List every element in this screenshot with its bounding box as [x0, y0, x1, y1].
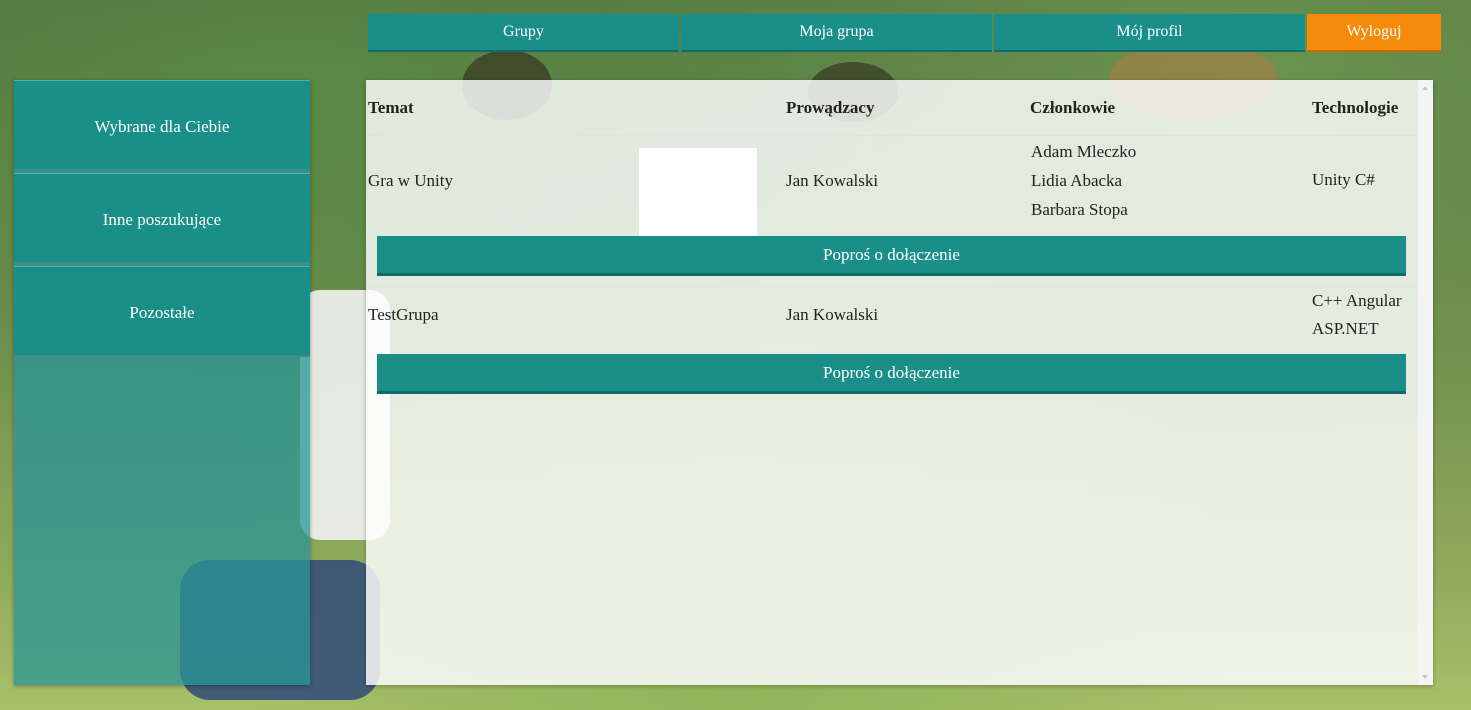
table-cell-member: Adam Mleczko — [1031, 142, 1137, 161]
column-header-leader: Prowądzacy — [786, 98, 875, 117]
sidebar: Wybrane dla Ciebie Inne poszukujące Pozo… — [14, 80, 310, 685]
table-cell-member: Barbara Stopa — [1031, 200, 1128, 219]
column-header-technologies: Technologie — [1312, 98, 1399, 117]
join-request-button[interactable]: Poproś o dołączenie — [377, 236, 1406, 276]
vertical-scrollbar[interactable] — [1418, 80, 1433, 685]
divider — [366, 135, 1418, 136]
sidebar-item-remaining[interactable]: Pozostałe — [14, 266, 310, 357]
group-image — [639, 148, 757, 236]
nav-my-group-button[interactable]: Moja grupa — [681, 14, 992, 52]
top-nav: Grupy Moja grupa Mój profil Wyloguj — [368, 14, 1441, 52]
scroll-up-arrow-icon[interactable] — [1422, 86, 1428, 90]
table-cell-technologies: ASP.NET — [1312, 319, 1379, 338]
table-cell-technologies: C++ Angular — [1312, 291, 1402, 310]
column-header-topic: Temat — [368, 98, 414, 117]
join-request-button[interactable]: Poproś o dołączenie — [377, 354, 1406, 394]
table-cell-member: Lidia Abacka — [1031, 171, 1123, 190]
column-header-members: Członkowie — [1030, 98, 1115, 117]
sidebar-item-recommended[interactable]: Wybrane dla Ciebie — [14, 80, 310, 171]
table-cell-leader: Jan Kowalski — [786, 305, 879, 324]
logout-button[interactable]: Wyloguj — [1307, 14, 1441, 52]
table-cell-technologies: Unity C# — [1312, 170, 1375, 189]
groups-table-panel: Temat Prowądzacy Członkowie Technologie … — [366, 80, 1433, 685]
sidebar-item-other-seekers[interactable]: Inne poszukujące — [14, 173, 310, 264]
table-cell-leader: Jan Kowalski — [786, 171, 879, 190]
nav-groups-button[interactable]: Grupy — [368, 14, 679, 52]
table-cell-topic: TestGrupa — [368, 305, 439, 324]
nav-my-profile-button[interactable]: Mój profil — [994, 14, 1305, 52]
table-cell-topic: Gra w Unity — [368, 171, 453, 190]
scroll-down-arrow-icon[interactable] — [1422, 675, 1428, 679]
divider — [366, 286, 1418, 287]
